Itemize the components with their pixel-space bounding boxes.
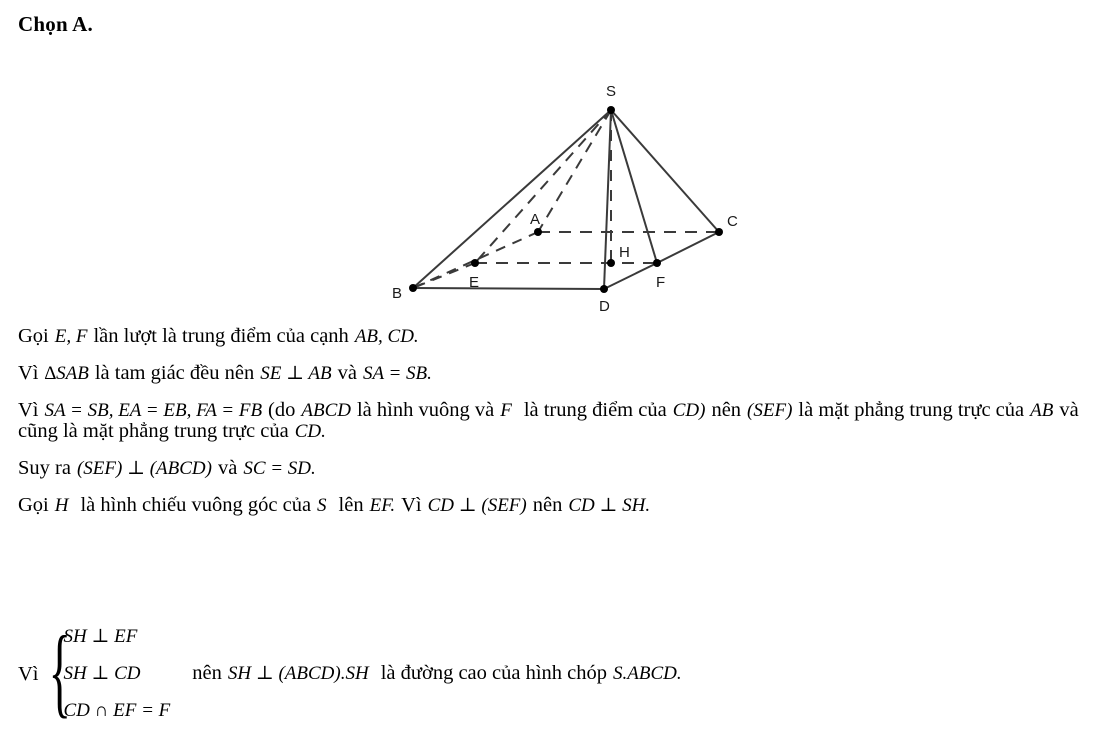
p3-math-4: CD)	[672, 400, 706, 421]
p3-math-6: AB	[1030, 400, 1054, 421]
p3-math-5: (SEF)	[747, 400, 793, 421]
solution-body: Gọi E, Flần lượt là trung điểm của cạnh AB…	[18, 326, 1093, 532]
vertex-label-H: H	[619, 244, 630, 261]
pyramid-figure: S A B D C E F H	[370, 76, 750, 316]
system-tail-math-2: S.ABCD.	[613, 663, 682, 684]
p1-math-2: AB, CD.	[354, 326, 419, 347]
system-line-1: SH ⊥ EF	[63, 626, 138, 647]
p2-text-3: và	[337, 362, 357, 384]
system-lines: SH ⊥ EF SH ⊥ CD CD ∩ EF = F	[60, 618, 171, 729]
p3-math-7: CD.	[294, 420, 326, 442]
vertex-label-E: E	[469, 274, 479, 291]
system-tail-text-2: là đường cao của hình chóp	[380, 662, 608, 684]
vertex-label-D: C	[727, 213, 738, 230]
paragraph-1: Gọi E, Flần lượt là trung điểm của cạnh AB…	[18, 326, 1093, 347]
vertex-label-A: A	[530, 211, 540, 228]
p4-math-2: SC = SD.	[243, 457, 316, 479]
p3-text-5: nên	[711, 399, 742, 421]
p3-math-2: ABCD	[301, 400, 351, 421]
p5-math-5: CD ⊥ SH.	[568, 494, 651, 516]
system-tail-text-1: nên	[192, 662, 222, 684]
p3-text-6: là mặt phẳng trung trực của	[798, 399, 1025, 421]
p2-math-1: ∆SAB	[44, 363, 89, 384]
left-brace: {	[48, 616, 71, 728]
p1-text-2: lần lượt là trung điểm của cạnh	[93, 325, 349, 347]
p4-text-1: Suy ra	[18, 456, 71, 479]
paragraph-3: Vì SA = SB, EA = EB, FA = FB (do ABCD là hìn…	[18, 400, 1093, 441]
paragraph-4: Suy ra (SEF) ⊥ (ABCD) và SC = SD.	[18, 456, 1093, 479]
system-prefix: Vì	[18, 663, 39, 685]
paragraph-5: Gọi Hlà hình chiếu vuông góc của Slên EF. Vì…	[18, 493, 1093, 516]
p5-text-5: nên	[532, 493, 563, 516]
vertex-label-B: B	[392, 285, 402, 302]
p5-math-4: CD ⊥ (SEF)	[427, 494, 527, 516]
p5-math-2: S	[317, 494, 327, 516]
system-conclusion: nên SH ⊥ (ABCD).SH là đường cao của hình c…	[170, 662, 682, 685]
p5-text-1: Gọi	[18, 493, 49, 516]
p4-text-2: và	[217, 456, 238, 479]
p3-math-1: SA = SB, EA = EB, FA = FB	[44, 400, 263, 421]
p5-math-3: EF.	[369, 494, 396, 516]
vertex-label-C: D	[599, 298, 610, 315]
dashed-edges	[412, 109, 719, 289]
p3-text-4: là trung điểm của	[523, 399, 667, 421]
p5-text-3: lên	[338, 493, 364, 516]
vertex-label-F: F	[656, 274, 665, 291]
vertex-labels: S A B D C E F H	[392, 83, 738, 315]
p3-math-3: F	[500, 400, 512, 421]
p1-math-1: E, F	[54, 326, 88, 347]
pyramid-svg: S A B D C E F H	[392, 83, 738, 315]
page-heading: Chọn A.	[18, 12, 93, 36]
p2-math-2: SE ⊥ AB	[260, 363, 332, 384]
p1-text-1: Gọi	[18, 325, 49, 347]
system-of-conditions: Vì { SH ⊥ EF SH ⊥ CD CD ∩ EF = F nên SH ⊥…	[18, 618, 683, 729]
system-line-2: SH ⊥ CD	[63, 663, 141, 684]
p5-math-1: H	[54, 494, 69, 516]
p2-text-2: là tam giác đều nên	[94, 362, 255, 384]
system-line-3: CD ∩ EF = F	[63, 700, 171, 721]
p2-text-1: Vì	[18, 362, 39, 384]
p5-text-2: là hình chiếu vuông góc của	[80, 493, 312, 516]
p5-text-4: Vì	[401, 493, 422, 516]
p4-math-1: (SEF) ⊥ (ABCD)	[76, 457, 212, 479]
solution-page: Chọn A. S A B D C E F H Gọi E, F lần lượ…	[0, 0, 1108, 743]
vertex-dots	[409, 106, 723, 293]
vertex-label-S: S	[606, 83, 616, 100]
paragraph-2: Vì ∆SAB là tam giác đều nên SE ⊥ AB và SA = S…	[18, 363, 1093, 384]
p2-math-3: SA = SB.	[362, 363, 432, 384]
p3-text-2: (do	[268, 399, 296, 421]
p3-text-1: Vì	[18, 399, 39, 421]
system-tail-math-1: SH ⊥ (ABCD).SH	[227, 663, 369, 684]
p3-text-3: là hình vuông và	[356, 399, 495, 421]
